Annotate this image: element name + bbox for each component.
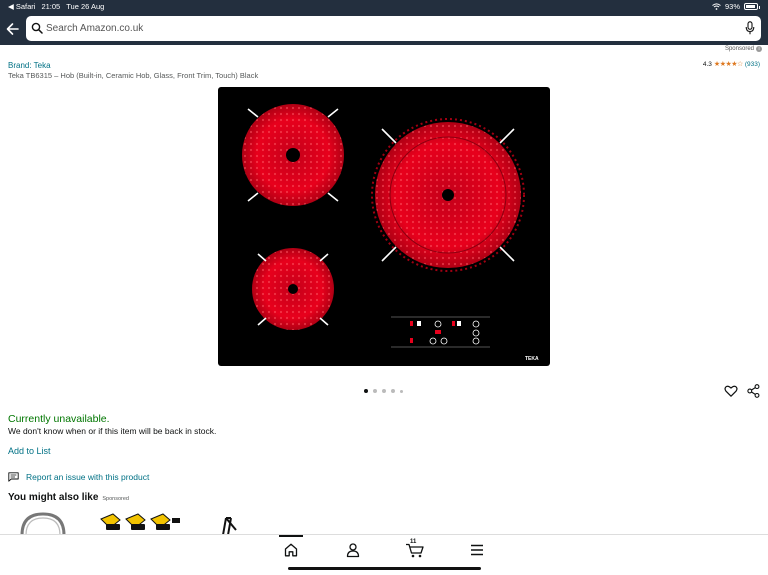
recommendation-item-stand[interactable] — [214, 510, 244, 535]
profile-icon[interactable] — [345, 542, 361, 558]
search-bar[interactable]: Search Amazon.co.uk — [26, 16, 761, 41]
rating-value: 4.3 — [702, 60, 712, 68]
image-pager-dot[interactable] — [364, 389, 368, 393]
microphone-icon[interactable] — [745, 21, 755, 35]
search-input[interactable]: Search Amazon.co.uk — [46, 16, 143, 41]
home-indicator — [288, 567, 481, 570]
back-arrow-icon[interactable] — [5, 19, 21, 39]
battery-icon — [744, 3, 760, 10]
hob-illustration: TEKA — [242, 104, 539, 362]
hob-brand-text: TEKA — [525, 356, 539, 362]
image-pager-dot[interactable] — [400, 389, 403, 393]
product-image[interactable]: TEKA — [218, 87, 550, 366]
sponsored-label: Sponsored i — [725, 46, 762, 52]
status-time: 21:05 — [41, 2, 61, 11]
availability-status: Currently unavailable. — [8, 413, 110, 425]
share-icon[interactable] — [747, 384, 760, 398]
recommendation-item-hose[interactable] — [18, 510, 68, 535]
burner-bottom-left — [252, 248, 334, 330]
burner-top-left — [242, 104, 344, 206]
menu-icon[interactable] — [469, 542, 485, 558]
image-pager-dot[interactable] — [382, 389, 386, 393]
message-icon — [8, 472, 19, 482]
image-pager[interactable] — [364, 389, 403, 393]
heart-icon[interactable] — [724, 384, 738, 398]
image-pager-dot[interactable] — [373, 389, 377, 393]
home-icon[interactable] — [283, 542, 299, 558]
brand-link[interactable]: Brand: Teka — [8, 61, 51, 70]
rating-count-link[interactable]: (933) — [745, 61, 760, 68]
battery-percent: 93% — [724, 2, 740, 11]
report-issue-text: Report an issue with this product — [26, 472, 150, 482]
recommendations-sponsored: Sponsored — [102, 496, 129, 502]
app-header: Search Amazon.co.uk — [0, 13, 768, 45]
search-icon — [31, 22, 43, 34]
star-rating-icon: ★★★★☆ — [713, 61, 743, 68]
status-bar: ◀ Safari 21:05 Tue 26 Aug 93% — [0, 0, 768, 13]
cart-button[interactable]: 11 — [405, 539, 425, 558]
sponsored-text: Sponsored — [724, 46, 754, 52]
image-pager-dot[interactable] — [391, 389, 395, 393]
cart-count: 11 — [410, 539, 417, 545]
availability-note: We don't know when or if this item will … — [8, 426, 217, 436]
recommendation-item-clamps[interactable] — [98, 510, 183, 535]
product-title: Teka TB6315 – Hob (Built-in, Ceramic Hob… — [8, 71, 259, 80]
touch-control-panel — [391, 316, 490, 348]
active-tab-indicator — [279, 535, 303, 537]
rating-summary[interactable]: 4.3 ★★★★☆ (933) — [702, 60, 760, 69]
status-date: Tue 26 Aug — [66, 2, 105, 11]
report-issue-link[interactable]: Report an issue with this product — [8, 472, 149, 482]
recommendations-title: You might also like — [8, 492, 99, 503]
info-icon[interactable]: i — [756, 46, 762, 52]
wifi-icon — [712, 3, 721, 10]
burner-right-dual — [371, 118, 525, 272]
back-to-app-link[interactable]: ◀ Safari — [8, 2, 35, 11]
recommendations-header: You might also like Sponsored — [8, 492, 129, 503]
add-to-list-link[interactable]: Add to List — [8, 446, 51, 456]
